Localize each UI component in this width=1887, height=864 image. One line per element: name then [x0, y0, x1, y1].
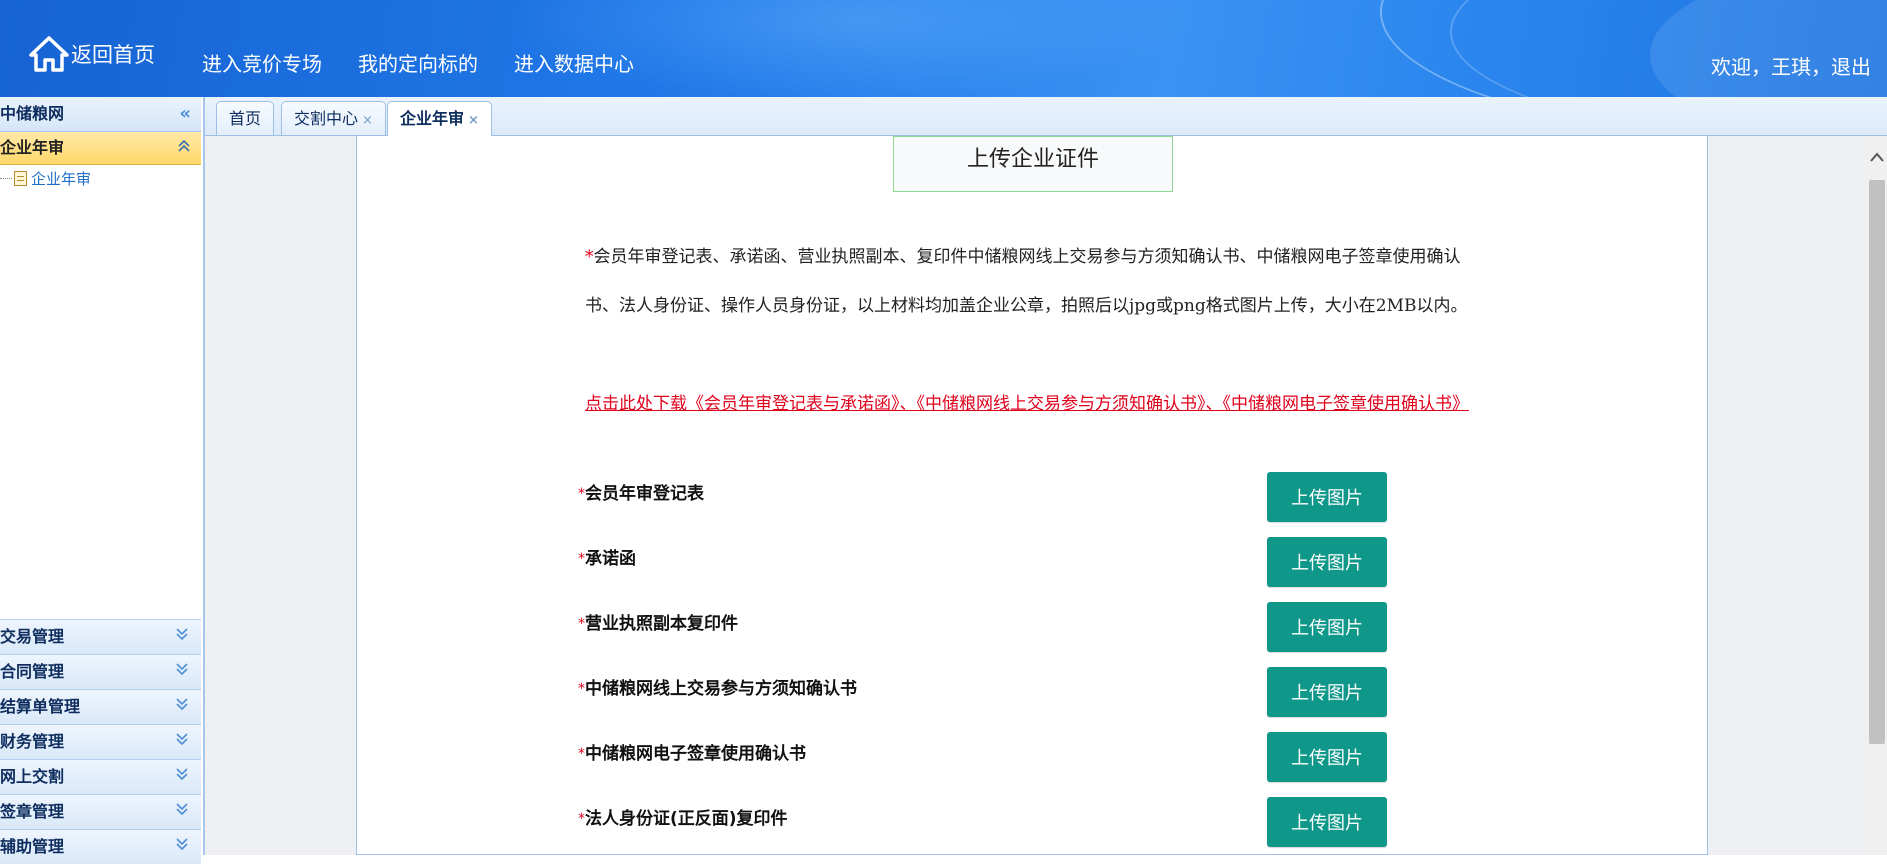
sidebar-item-signature[interactable]: 签章管理: [0, 794, 201, 829]
double-chevron-left-icon[interactable]: «: [179, 97, 191, 131]
nav-directed[interactable]: 我的定向标的: [358, 48, 478, 77]
download-templates-link[interactable]: 点击此处下载《会员年审登记表与承诺函》、《中储粮网线上交易参与方须知确认书》、《…: [585, 380, 1495, 429]
upload-button-e-signature[interactable]: 上传图片: [1267, 732, 1387, 782]
double-chevron-down-icon: [175, 725, 189, 759]
required-marker: *: [578, 616, 585, 632]
doc-row-registration: *会员年审登记表: [578, 479, 704, 509]
sidebar-title: 中储粮网: [0, 104, 65, 123]
upload-button-business-license[interactable]: 上传图片: [1267, 602, 1387, 652]
sidebar-item-online-delivery[interactable]: 网上交割: [0, 759, 201, 794]
upload-button-participant-notice[interactable]: 上传图片: [1267, 667, 1387, 717]
sidebar-item-settlement[interactable]: 结算单管理: [0, 689, 201, 724]
sidebar-item-label: 合同管理: [0, 662, 65, 681]
double-chevron-up-icon: [177, 132, 191, 164]
sidebar-item-label: 签章管理: [0, 802, 65, 821]
sidebar: 中储粮网 « 企业年审 企业年审 交易管理 合同管理 结算单管理 财务管理 网上…: [0, 97, 205, 864]
doc-label: 法人身份证(正反面)复印件: [585, 809, 788, 829]
tab-bar: 首页 交割中心 × 企业年审 ×: [205, 97, 1887, 136]
double-chevron-down-icon: [175, 760, 189, 794]
double-chevron-down-icon: [175, 655, 189, 689]
nav-bidding[interactable]: 进入竞价专场: [202, 48, 322, 77]
home-link[interactable]: 返回首页: [29, 36, 155, 72]
sidebar-header: 中储粮网 «: [0, 97, 201, 132]
sidebar-item-finance[interactable]: 财务管理: [0, 724, 201, 759]
double-chevron-down-icon: [175, 830, 189, 864]
doc-row-e-signature: *中储粮网电子签章使用确认书: [578, 739, 806, 769]
doc-label: 承诺函: [585, 549, 636, 569]
doc-row-commitment: *承诺函: [578, 544, 636, 574]
tab-label: 企业年审: [400, 109, 465, 128]
required-marker: *: [578, 486, 585, 502]
sidebar-group-label: 企业年审: [0, 138, 65, 157]
double-chevron-down-icon: [175, 690, 189, 724]
banner-swoosh: [1650, 0, 1887, 97]
double-chevron-down-icon: [175, 620, 189, 654]
sidebar-item-label: 辅助管理: [0, 837, 65, 856]
home-label: 返回首页: [71, 43, 155, 67]
upload-button-legal-id[interactable]: 上传图片: [1267, 797, 1387, 847]
sidebar-item-label: 网上交割: [0, 767, 65, 786]
tab-delivery-center[interactable]: 交割中心 ×: [281, 101, 386, 135]
sidebar-menu: 交易管理 合同管理 结算单管理 财务管理 网上交割 签章管理 辅助管理: [0, 619, 201, 864]
required-marker: *: [578, 551, 585, 567]
sidebar-item-contract[interactable]: 合同管理: [0, 654, 201, 689]
required-marker: *: [585, 247, 594, 267]
required-marker: *: [578, 681, 585, 697]
required-marker: *: [578, 811, 585, 827]
page-title: 上传企业证件: [893, 136, 1173, 192]
tab-annual-review[interactable]: 企业年审 ×: [387, 101, 492, 136]
tab-label: 首页: [229, 109, 262, 128]
tab-label: 交割中心: [294, 109, 359, 128]
sidebar-item-label: 财务管理: [0, 732, 65, 751]
sidebar-group-annual-review[interactable]: 企业年审: [0, 132, 201, 165]
doc-label: 中储粮网线上交易参与方须知确认书: [585, 679, 857, 699]
scroll-up-icon[interactable]: [1870, 150, 1884, 166]
upload-notice: *会员年审登记表、承诺函、营业执照副本、复印件中储粮网线上交易参与方须知确认书、…: [585, 233, 1485, 331]
close-icon[interactable]: ×: [362, 113, 373, 128]
required-marker: *: [578, 746, 585, 762]
nav-data-center[interactable]: 进入数据中心: [514, 48, 634, 77]
sidebar-item-label: 交易管理: [0, 627, 65, 646]
top-banner: 返回首页 进入竞价专场 我的定向标的 进入数据中心 欢迎，王琪，退出: [0, 0, 1887, 97]
close-icon[interactable]: ×: [468, 113, 479, 128]
double-chevron-down-icon: [175, 795, 189, 829]
tree-item-label: 企业年审: [31, 169, 92, 188]
tree-connector: [0, 177, 12, 179]
upload-button-commitment[interactable]: 上传图片: [1267, 537, 1387, 587]
sidebar-item-label: 结算单管理: [0, 697, 81, 716]
doc-row-legal-id: *法人身份证(正反面)复印件: [578, 804, 788, 834]
doc-row-participant-notice: *中储粮网线上交易参与方须知确认书: [578, 674, 857, 704]
welcome-logout[interactable]: 欢迎，王琪，退出: [1711, 51, 1871, 80]
tab-home[interactable]: 首页: [216, 101, 275, 135]
vertical-scrollbar[interactable]: [1867, 136, 1887, 855]
sidebar-item-trade[interactable]: 交易管理: [0, 619, 201, 654]
doc-row-business-license: *营业执照副本复印件: [578, 609, 738, 639]
upload-button-registration[interactable]: 上传图片: [1267, 472, 1387, 522]
doc-label: 会员年审登记表: [585, 484, 704, 504]
scrollbar-thumb[interactable]: [1869, 180, 1885, 744]
doc-label: 中储粮网电子签章使用确认书: [585, 744, 806, 764]
sidebar-item-auxiliary[interactable]: 辅助管理: [0, 829, 201, 864]
doc-label: 营业执照副本复印件: [585, 614, 738, 634]
house-icon: [29, 36, 69, 72]
tree-item-annual-review[interactable]: 企业年审: [0, 167, 91, 189]
document-icon: [14, 170, 27, 186]
notice-text: 会员年审登记表、承诺函、营业执照副本、复印件中储粮网线上交易参与方须知确认书、中…: [585, 247, 1468, 316]
